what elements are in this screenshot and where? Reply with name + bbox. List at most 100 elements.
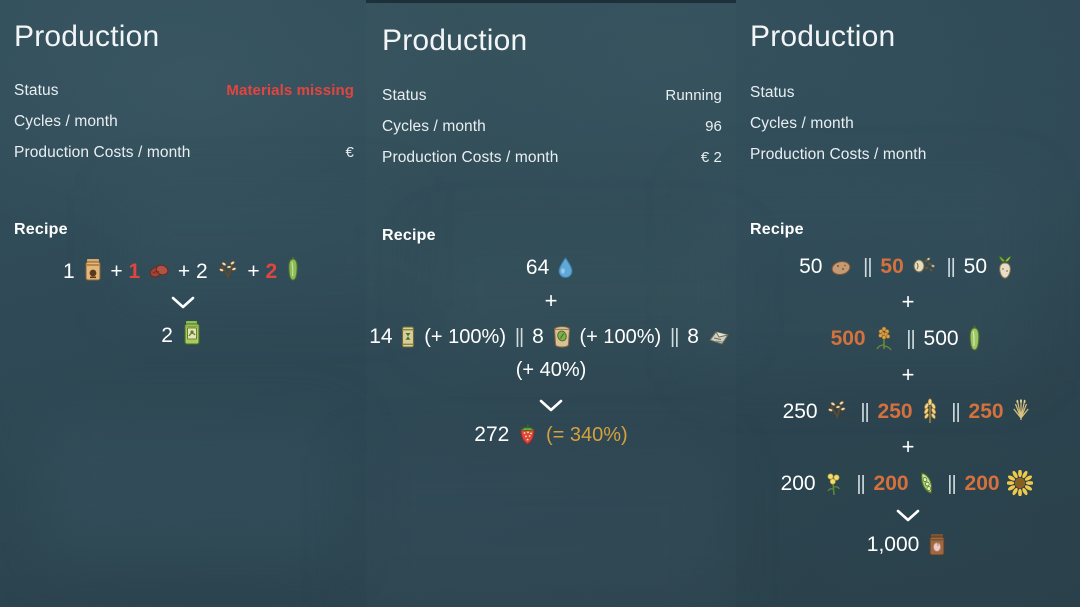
plus-operator: + [901,289,915,314]
recipe-input-row: 250 || 250 || 250 [736,394,1080,428]
stat-value: € [345,144,354,161]
alternative-separator: || [946,256,955,278]
plus-operator: + [247,260,260,283]
bonus-label: (+ 40%) [515,358,587,381]
input-qty: 14 [369,325,393,348]
recipe-input-row: 200 || 200 || 200 [736,466,1080,500]
plus-operator: + [544,288,558,313]
input-qty: 64 [525,256,550,279]
alternative-separator: || [514,326,524,348]
grain-seeds-icon [216,258,240,282]
plus-operator: + [901,362,915,387]
soil-bag-icon [707,329,731,347]
recipe-heading: Recipe [14,221,68,238]
input-qty: 250 [782,400,818,423]
alternative-separator: || [863,256,872,278]
input-qty: 50 [963,255,988,278]
water-drop-icon [557,256,574,279]
grain-seeds-icon [825,398,849,422]
recipe-body-3: 50 || 50 || 50 + 500 || 500 + 250 || 250… [736,250,1080,560]
page-title: Production [14,20,160,53]
stat-label: Status [750,84,795,101]
stats-list-2: Status Running Cycles / month 96 Product… [382,87,722,180]
stat-label: Status [14,82,59,99]
recipe-input-line: 1 + 1 + 2 + 2 [0,252,366,286]
input-qty: 500 [923,327,959,350]
production-panel-3[interactable]: Production Status Cycles / month Product… [736,0,1080,607]
input-qty: 50 [880,255,904,278]
wheat-icon [920,398,940,424]
page-title: Production [750,20,896,53]
bonus-label: (+ 100%) [424,326,506,348]
recipe-body-2: 64 + 14 (+ 100%) || 8 (+ 100%) || 8 (+ 4… [366,253,736,449]
beans-red-icon [148,260,170,282]
stats-list-1: Status Materials missing Cycles / month … [14,82,354,175]
turnip-icon [995,254,1015,279]
strawberry-icon [517,423,538,446]
stat-row-costs: Production Costs / month [750,146,1066,177]
canola-flower-icon [823,471,845,496]
recipe-water-line: 64 [366,253,736,282]
compost-bucket-icon [552,326,572,348]
seed-bag-icon [927,533,947,556]
alternative-separator: || [670,326,679,348]
stat-row-cycles: Cycles / month 96 [382,118,722,149]
input-qty: 2 [195,260,208,283]
alternative-separator: || [951,401,960,423]
fertilizer-can-icon [400,326,416,348]
recipe-output-line: 2 [0,316,366,350]
stat-row-status: Status Running [382,87,722,118]
stat-label: Status [382,87,427,104]
stat-row-costs: Production Costs / month € [14,144,354,175]
recipe-input-row: 50 || 50 || 50 [736,250,1080,283]
production-panel-1[interactable]: Production Status Materials missing Cycl… [0,0,366,607]
recipe-output-line: 272 (= 340%) [366,420,736,449]
stat-value: € 2 [700,149,722,166]
status-badge: Running [665,87,722,104]
production-panel-2[interactable]: Production Status Running Cycles / month… [366,0,736,607]
recipe-output-line: 1,000 [736,529,1080,560]
stats-list-3: Status Cycles / month Production Costs /… [750,84,1066,177]
stat-label: Cycles / month [382,118,486,135]
recipe-heading: Recipe [382,227,436,244]
cucumber-icon [285,256,301,282]
recipe-alternatives-line: 14 (+ 100%) || 8 (+ 100%) || 8 (+ 40%) [366,318,736,389]
stat-label: Production Costs / month [382,149,559,166]
stat-label: Cycles / month [750,115,854,132]
input-qty: 1 [63,260,75,283]
chevron-down-icon [736,500,1080,529]
stat-row-status: Status [750,84,1066,115]
stat-row-status: Status Materials missing [14,82,354,113]
stat-row-costs: Production Costs / month € 2 [382,149,722,180]
potato-icon [830,259,852,277]
output-qty: 272 [474,423,510,447]
jar-preserve-icon [83,258,103,282]
stat-label: Production Costs / month [750,146,927,163]
bonus-label: (+ 100%) [579,326,662,348]
alternative-separator: || [860,401,869,423]
input-qty: 1 [128,260,141,283]
recipe-body-1: 1 + 1 + 2 + 2 2 [0,252,366,350]
stat-label: Production Costs / month [14,144,191,161]
stat-label: Cycles / month [14,113,118,130]
sunflower-icon [1007,470,1034,496]
stat-value: 96 [705,118,722,135]
plus-operator: + [110,260,123,283]
production-overview-screen: Production Status Materials missing Cycl… [0,0,1080,607]
pea-pod-icon [916,470,936,496]
input-qty: 250 [968,400,1004,423]
input-qty: 200 [873,472,909,495]
input-qty: 500 [830,327,866,350]
input-qty: 2 [265,260,278,283]
plus-operator: + [177,260,191,283]
beans-mixed-icon [912,255,936,277]
cucumber-icon [966,325,983,352]
recipe-input-row: 500 || 500 [736,321,1080,356]
plus-operator: + [901,434,915,459]
alternative-separator: || [856,473,865,495]
alternative-separator: || [947,473,956,495]
input-qty: 250 [877,400,913,423]
grain-stalk-icon [873,325,895,351]
recipe-heading: Recipe [750,221,804,238]
canned-green-icon [181,320,203,346]
